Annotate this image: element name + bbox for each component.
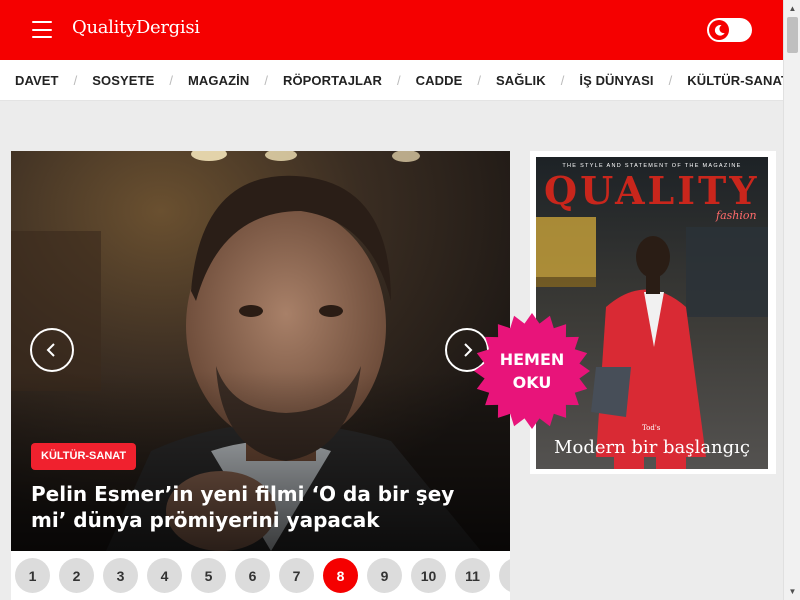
magazine-brand: Tod's [642,424,661,432]
nav-separator: / [169,73,173,88]
page-button-overflow[interactable] [499,558,510,593]
nav-item-kultur-sanat[interactable]: KÜLTÜR-SANAT [687,73,783,88]
nav-item-saglik[interactable]: SAĞLIK [496,73,546,88]
featured-slider: KÜLTÜR-SANAT Pelin Esmer’in yeni filmi ‘… [11,151,510,551]
slide-title[interactable]: Pelin Esmer’in yeni filmi ‘O da bir şey … [31,481,491,533]
nav-item-roportajlar[interactable]: RÖPORTAJLAR [283,73,382,88]
site-logo[interactable]: QualityDergisi [72,17,200,38]
nav-separator: / [560,73,565,88]
nav-separator: / [477,73,482,88]
page-scrollbar[interactable]: ▲ ▼ [783,0,800,600]
nav-item-is-dunyasi[interactable]: İŞ DÜNYASI [579,73,653,88]
category-badge[interactable]: KÜLTÜR-SANAT [31,443,137,470]
category-nav: DAVET / SOSYETE / MAGAZİN / RÖPORTAJLAR … [0,60,783,101]
nav-item-magazin[interactable]: MAGAZİN [188,73,249,88]
page-button-11[interactable]: 11 [455,558,490,593]
scroll-down-arrow-icon[interactable]: ▼ [784,583,800,600]
page-button-8-active[interactable]: 8 [323,558,358,593]
magazine-headline: Modern bir başlangıç [554,437,750,458]
nav-separator: / [397,73,401,88]
read-now-label: HEMEN OKU [473,348,591,394]
page-button-6[interactable]: 6 [235,558,270,593]
page-button-9[interactable]: 9 [367,558,402,593]
site-header: QualityDergisi [0,0,783,60]
slider-prev-button[interactable] [30,328,74,372]
nav-separator: / [73,73,78,88]
read-now-line1: HEMEN [499,350,565,369]
nav-item-cadde[interactable]: CADDE [416,73,463,88]
scrollbar-thumb[interactable] [787,17,798,53]
read-now-line2: OKU [512,373,552,392]
magazine-title: QUALITY [544,168,760,213]
nav-item-davet[interactable]: DAVET [15,73,59,88]
page-button-4[interactable]: 4 [147,558,182,593]
moon-icon [709,20,729,40]
chevron-left-icon [46,343,55,357]
page-button-2[interactable]: 2 [59,558,94,593]
magazine-subtitle: fashion [716,209,757,222]
chevron-right-icon [464,343,473,357]
nav-item-sosyete[interactable]: SOSYETE [92,73,154,88]
page-button-10[interactable]: 10 [411,558,446,593]
slider-pagination: 1 2 3 4 5 6 7 8 9 10 11 [11,551,510,600]
dark-mode-toggle[interactable] [707,18,752,42]
nav-separator: / [264,73,268,88]
page-button-7[interactable]: 7 [279,558,314,593]
scroll-up-arrow-icon[interactable]: ▲ [784,0,800,17]
nav-separator: / [668,73,673,88]
read-now-button[interactable]: HEMEN OKU [473,312,591,430]
page-button-1[interactable]: 1 [15,558,50,593]
page-button-5[interactable]: 5 [191,558,226,593]
page-button-3[interactable]: 3 [103,558,138,593]
hamburger-menu-icon[interactable] [32,21,52,38]
